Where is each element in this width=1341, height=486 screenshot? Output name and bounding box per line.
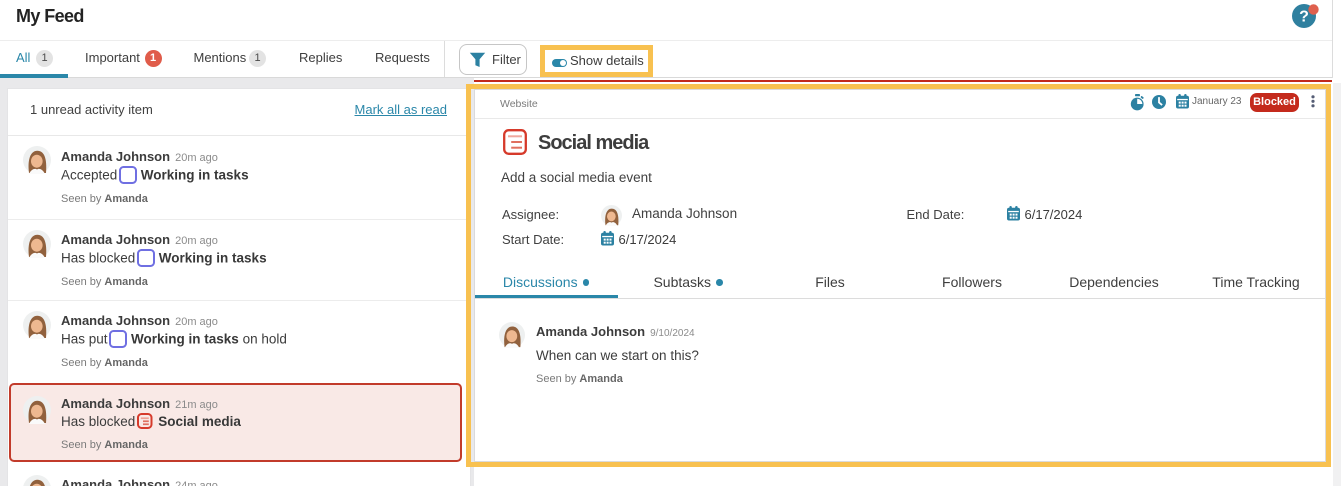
svg-text:?: ? bbox=[1299, 9, 1309, 26]
